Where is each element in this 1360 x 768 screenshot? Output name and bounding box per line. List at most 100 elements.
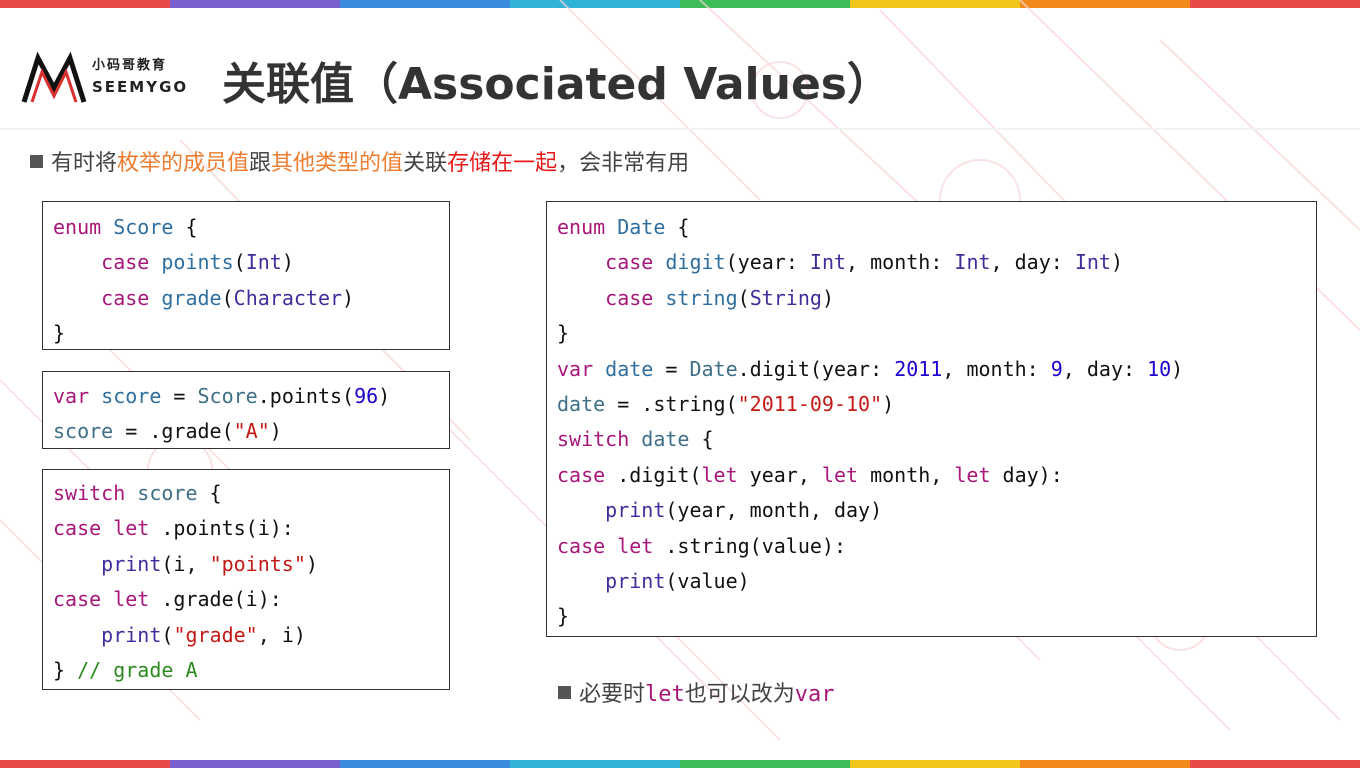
code-token: , i) xyxy=(257,622,306,647)
note-text-2: 也可以改为 xyxy=(684,682,795,707)
code-token: , day: xyxy=(990,250,1075,275)
code-line: case digit(year: Int, month: Int, day: I… xyxy=(557,245,1306,280)
logo-english-text: SEEMYGO xyxy=(92,78,189,96)
code-token: } xyxy=(53,657,78,682)
code-token: score xyxy=(101,384,162,408)
code-token: let xyxy=(617,533,654,558)
code-token: ) xyxy=(305,551,318,576)
code-token: "grade" xyxy=(173,622,258,647)
code-line: switch date { xyxy=(557,422,1306,457)
code-token: print xyxy=(605,568,666,593)
code-token: Int xyxy=(245,250,282,275)
code-token: grade xyxy=(161,285,222,310)
code-token: = xyxy=(161,384,198,408)
header-divider xyxy=(0,128,1360,130)
code-token: { xyxy=(689,427,714,452)
code-token: { xyxy=(665,215,690,239)
code-token: let xyxy=(701,462,738,487)
code-token: switch xyxy=(557,427,630,452)
code-token: } xyxy=(53,321,66,346)
code-token: 96 xyxy=(354,384,379,408)
top-color-stripe xyxy=(0,0,1360,8)
code-line: enum Score { xyxy=(53,210,439,245)
code-token: print xyxy=(101,551,162,576)
intro-segment: ，会非常有用 xyxy=(557,151,690,176)
logo-chinese-text: 小码哥教育 xyxy=(92,58,168,73)
code-token: .digit( xyxy=(605,462,702,487)
code-token: case xyxy=(53,516,102,541)
code-token: ( xyxy=(233,250,246,275)
code-line: case string(String) xyxy=(557,281,1306,316)
code-token: let xyxy=(113,516,150,541)
code-token: date xyxy=(641,427,690,452)
code-token: ) xyxy=(1110,250,1123,275)
code-token: , month: xyxy=(942,356,1051,381)
code-token: .grade(i): xyxy=(149,587,282,612)
intro-bullet: 有时将枚举的成员值跟其他类型的值关联存储在一起，会非常有用 xyxy=(30,145,689,177)
code-token: case xyxy=(53,587,102,612)
code-line: switch score { xyxy=(53,476,439,511)
code-token: let xyxy=(113,587,150,612)
intro-segment: 跟 xyxy=(249,151,272,176)
intro-segment: 存储在一起 xyxy=(447,151,558,176)
code-token: 2011 xyxy=(894,356,943,381)
code-token: ) xyxy=(342,285,355,310)
code-token: date xyxy=(605,356,654,381)
code-line: } xyxy=(53,316,439,351)
code-line: print("grade", i) xyxy=(53,618,439,653)
code-token: = .grade( xyxy=(113,419,234,444)
code-token: var xyxy=(557,356,594,381)
intro-segment: 有时将 xyxy=(51,151,118,176)
bottom-color-stripe xyxy=(0,760,1360,768)
code-token: } xyxy=(557,604,570,629)
code-token: Date xyxy=(689,356,738,381)
code-line: } xyxy=(557,599,1306,634)
code-line: case let .grade(i): xyxy=(53,582,439,617)
code-token: .string(value): xyxy=(653,533,846,558)
bullet-square-icon xyxy=(558,686,571,699)
code-token: score xyxy=(137,481,198,505)
brand-logo: 小码哥教育 SEEMYGO xyxy=(20,50,200,112)
code-token: .points( xyxy=(257,384,355,408)
code-token: case xyxy=(101,285,150,310)
code-token: ( xyxy=(221,285,234,310)
code-token: ) xyxy=(1171,356,1184,381)
code-token: date xyxy=(557,391,606,416)
code-token: switch xyxy=(53,481,126,505)
code-token: ( xyxy=(161,622,174,647)
code-token: .digit(year: xyxy=(737,356,895,381)
code-line: print(year, month, day) xyxy=(557,493,1306,528)
code-token: case xyxy=(101,250,150,275)
code-token: ) xyxy=(882,391,895,416)
code-token: (i, xyxy=(161,551,210,576)
code-token: Date xyxy=(617,215,666,239)
code-token: "A" xyxy=(233,419,270,444)
code-token: Score xyxy=(113,215,174,239)
note-text-1: 必要时 xyxy=(579,682,646,707)
code-token: Int xyxy=(809,250,847,275)
slide-header: 小码哥教育 SEEMYGO 关联值（Associated Values） xyxy=(0,8,1360,128)
code-token: ) xyxy=(821,285,834,310)
code-token: { xyxy=(197,481,222,505)
code-token: (year, month, day) xyxy=(665,498,883,523)
code-token: 9 xyxy=(1050,356,1063,381)
code-token: ) xyxy=(378,384,391,408)
code-line: print(value) xyxy=(557,564,1306,599)
code-token: var xyxy=(53,384,90,408)
code-block-var-score: var score = Score.points(96) score = .gra… xyxy=(42,371,450,449)
code-token: day): xyxy=(990,462,1063,487)
code-token: (value) xyxy=(665,568,750,593)
intro-segment: 其他类型的值 xyxy=(271,151,404,176)
code-token: 10 xyxy=(1147,356,1172,381)
